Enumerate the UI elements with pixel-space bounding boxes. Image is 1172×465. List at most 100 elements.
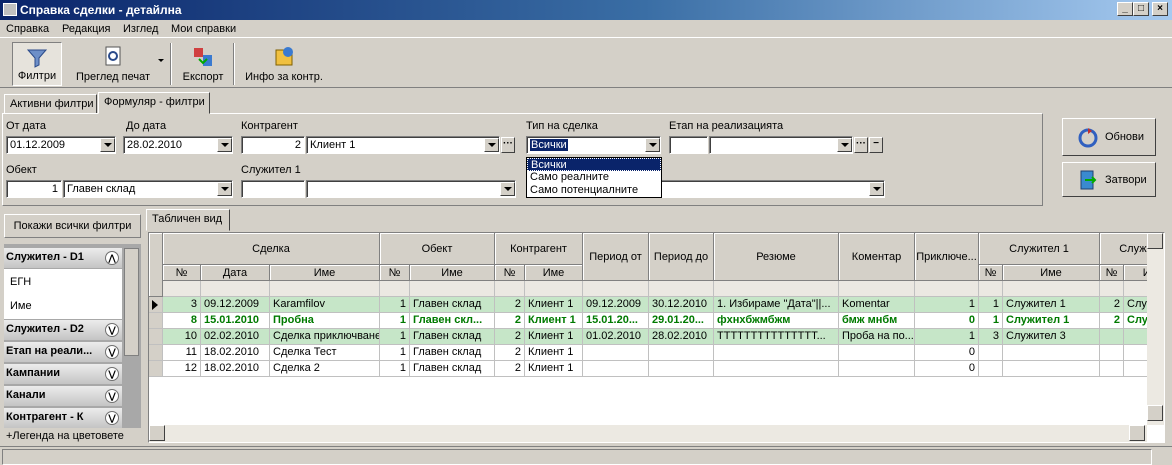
menu-report[interactable]: Справка (6, 23, 49, 35)
grid-horizontal-scrollbar[interactable] (149, 425, 1147, 442)
scroll-right-button[interactable] (1129, 425, 1145, 441)
employee-name-field[interactable] (306, 180, 516, 198)
scroll-left-button[interactable] (149, 425, 165, 441)
cell-name[interactable]: Karamfilov (270, 297, 380, 313)
cell-no[interactable]: 3 (163, 297, 201, 313)
cell-name[interactable]: Сделка приключване (270, 329, 380, 345)
column-filter-cell[interactable] (583, 281, 649, 297)
menu-view[interactable]: Изглед (123, 23, 158, 35)
cell-date[interactable]: 15.01.2010 (201, 313, 270, 329)
employee-dropdown[interactable] (500, 182, 515, 196)
collapse-chevron-icon[interactable]: ⋀ (105, 251, 119, 265)
cell-e2-no[interactable]: 2 (1100, 297, 1124, 313)
cell-name[interactable]: Сделка 2 (270, 361, 380, 377)
cell-c-name[interactable]: Клиент 1 (525, 345, 583, 361)
cell-summary[interactable]: фхнхбжмбжм (714, 313, 839, 329)
cell-c-name[interactable]: Клиент 1 (525, 361, 583, 377)
column-filter-cell[interactable] (915, 281, 979, 297)
cell-c-name[interactable]: Клиент 1 (525, 329, 583, 345)
cell-obj-no[interactable]: 1 (380, 329, 410, 345)
header-comment[interactable]: Коментар (839, 233, 915, 281)
cell-e1-no[interactable] (979, 361, 1003, 377)
header-finished[interactable]: Приключе... (915, 233, 979, 281)
filters-button[interactable]: Филтри (12, 42, 62, 86)
cell-p-from[interactable] (583, 361, 649, 377)
column-filter-cell[interactable] (495, 281, 525, 297)
row-indicator[interactable] (149, 297, 163, 313)
cell-date[interactable]: 18.02.2010 (201, 361, 270, 377)
print-preview-button[interactable]: Преглед печат (72, 42, 154, 86)
group-channels[interactable]: Канали ⋁ (4, 386, 122, 406)
contragent-code-field[interactable]: 2 (241, 136, 305, 154)
close-button[interactable]: Затвори (1062, 162, 1156, 197)
header-summary[interactable]: Резюме (714, 233, 839, 281)
group-contragent[interactable]: Контрагент - К ⋁ (4, 408, 122, 428)
cell-p-from[interactable]: 15.01.20... (583, 313, 649, 329)
column-filter-cell[interactable] (1003, 281, 1100, 297)
subheader-date[interactable]: Дата (201, 265, 270, 281)
tab-active-filters[interactable]: Активни филтри (4, 94, 97, 114)
cell-p-to[interactable]: 29.01.20... (649, 313, 714, 329)
cell-no[interactable]: 12 (163, 361, 201, 377)
cell-e1-name[interactable]: Служител 1 (1003, 313, 1100, 329)
cell-e1-no[interactable] (979, 345, 1003, 361)
cell-p-from[interactable] (583, 345, 649, 361)
column-filter-cell[interactable] (1100, 281, 1124, 297)
color-legend-link[interactable]: +Легенда на цветовете (4, 430, 141, 444)
cell-e1-name[interactable] (1003, 345, 1100, 361)
cell-no[interactable]: 10 (163, 329, 201, 345)
cell-p-to[interactable] (649, 345, 714, 361)
contragent-name-field[interactable]: Клиент 1 (306, 136, 500, 154)
cell-c-no[interactable]: 2 (495, 297, 525, 313)
cell-no[interactable]: 8 (163, 313, 201, 329)
group-campaigns[interactable]: Кампании ⋁ (4, 364, 122, 384)
cell-comment[interactable]: Проба на по... (839, 329, 915, 345)
header-object[interactable]: Обект (380, 233, 495, 265)
scroll-up-button[interactable] (1147, 233, 1163, 249)
column-filter-cell[interactable] (163, 281, 201, 297)
cell-obj-name[interactable]: Главен склад (410, 329, 495, 345)
column-filter-cell[interactable] (979, 281, 1003, 297)
cell-fin[interactable]: 0 (915, 345, 979, 361)
cell-summary[interactable]: ТТТТТТТТТТТТТТТ... (714, 329, 839, 345)
deal-type-option-all[interactable]: Всички (527, 158, 661, 171)
deal-type-option-potential[interactable]: Само потенциалните (527, 184, 661, 197)
cell-summary[interactable] (714, 345, 839, 361)
cell-no[interactable]: 11 (163, 345, 201, 361)
from-date-dropdown[interactable] (100, 138, 115, 152)
cell-comment[interactable] (839, 345, 915, 361)
cell-date[interactable]: 02.02.2010 (201, 329, 270, 345)
subheader-name[interactable]: Име (410, 265, 495, 281)
subheader-no[interactable]: № (163, 265, 201, 281)
cell-obj-name[interactable]: Главен склад (410, 361, 495, 377)
cell-obj-no[interactable]: 1 (380, 361, 410, 377)
stage-browse-button[interactable]: ··· (854, 137, 868, 153)
cell-comment[interactable]: Komentar (839, 297, 915, 313)
cell-e1-no[interactable]: 1 (979, 313, 1003, 329)
subheader-name[interactable]: Име (525, 265, 583, 281)
header-period-to[interactable]: Период до (649, 233, 714, 281)
cell-p-to[interactable]: 30.12.2010 (649, 297, 714, 313)
print-preview-dropdown-arrow[interactable] (158, 59, 164, 62)
cell-obj-name[interactable]: Главен скл... (410, 313, 495, 329)
group-employee-d2[interactable]: Служител - D2 ⋁ (4, 320, 122, 340)
contragent-dropdown[interactable] (484, 138, 499, 152)
expand-chevron-icon[interactable]: ⋁ (105, 367, 119, 381)
cell-c-no[interactable]: 2 (495, 361, 525, 377)
cell-fin[interactable]: 1 (915, 329, 979, 345)
object-name-field[interactable]: Главен склад (63, 180, 233, 198)
cell-c-no[interactable]: 2 (495, 329, 525, 345)
subheader-name[interactable]: Име (1003, 265, 1100, 281)
cell-c-name[interactable]: Клиент 1 (525, 313, 583, 329)
group-stage[interactable]: Етап на реали... ⋁ (4, 342, 122, 362)
grid-vertical-scrollbar[interactable] (1147, 233, 1164, 425)
stage-clear-button[interactable]: − (869, 137, 883, 153)
column-filter-cell[interactable] (380, 281, 410, 297)
row-indicator[interactable] (149, 361, 163, 377)
contragent-info-button[interactable]: Инфо за контр. (242, 42, 326, 86)
cell-e1-name[interactable]: Служител 3 (1003, 329, 1100, 345)
cell-e2-no[interactable] (1100, 361, 1124, 377)
close-window-button[interactable]: × (1152, 2, 1168, 16)
cell-p-from[interactable]: 09.12.2009 (583, 297, 649, 313)
scroll-down-button[interactable] (1147, 405, 1163, 421)
